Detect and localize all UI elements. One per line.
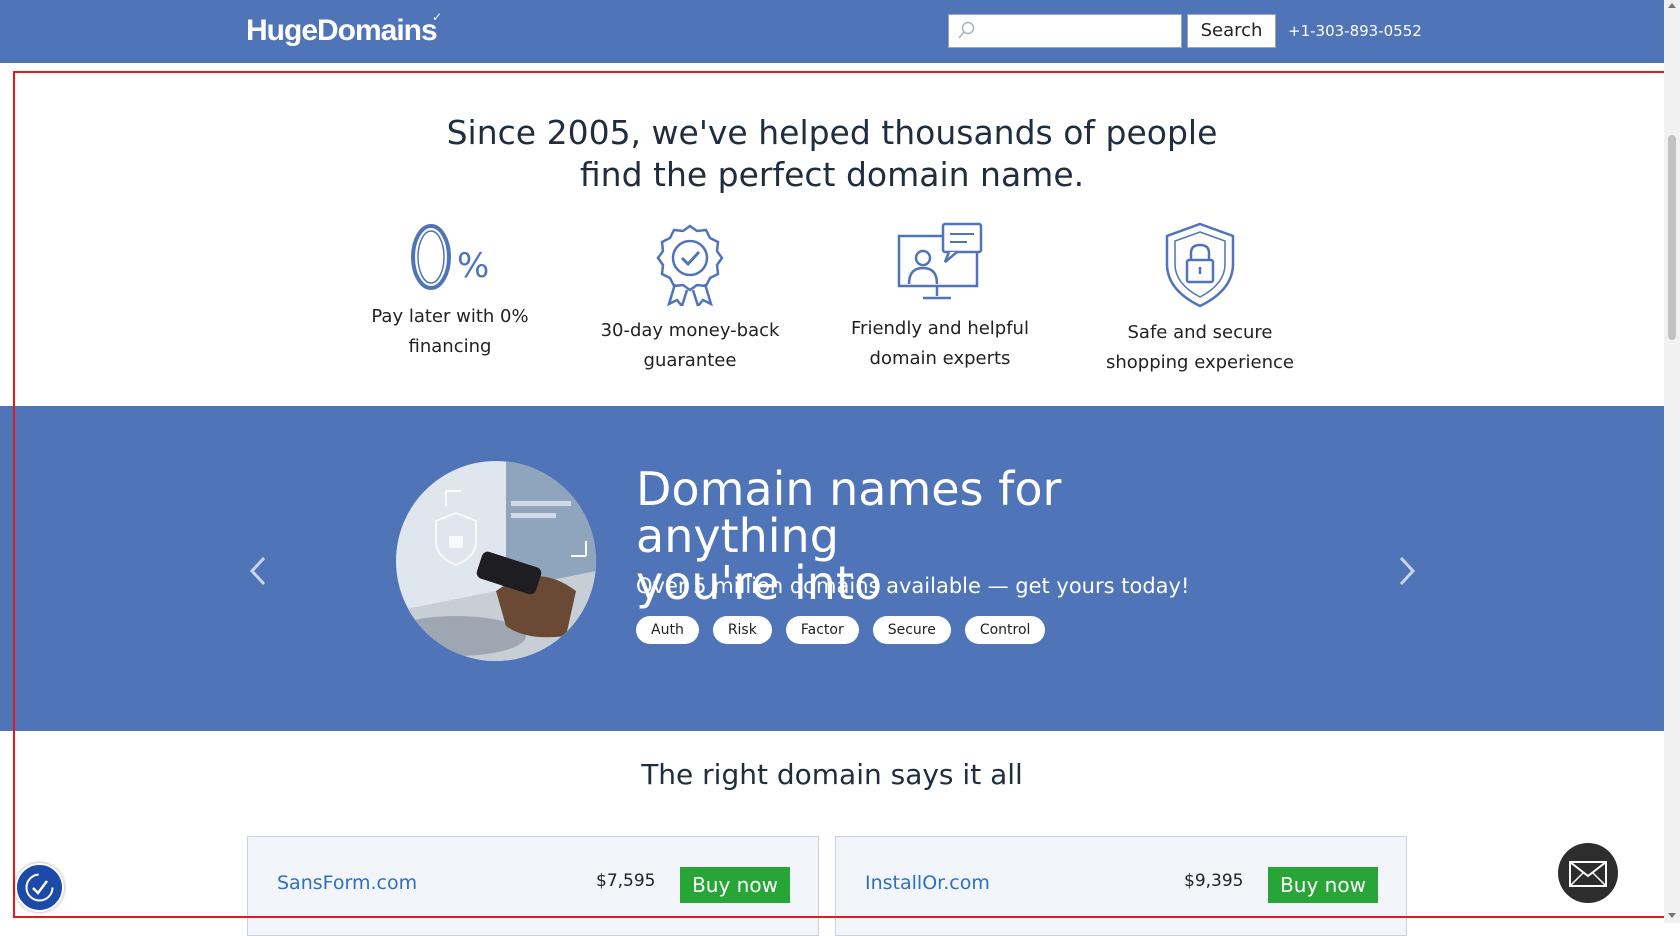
tag-list: Auth Risk Factor Secure Control bbox=[636, 616, 1046, 644]
tag-auth[interactable]: Auth bbox=[636, 616, 699, 644]
scrollbar-thumb[interactable] bbox=[1668, 135, 1676, 340]
hero-title: Since 2005, we've helped thousands of pe… bbox=[0, 112, 1664, 196]
buy-now-button[interactable]: Buy now bbox=[680, 867, 790, 903]
phone-number[interactable]: +1-303-893-0552 bbox=[1288, 22, 1422, 40]
section-title: The right domain says it all bbox=[641, 758, 1023, 791]
logo-check-icon: ✓ bbox=[432, 10, 443, 24]
feature-text-line2: financing bbox=[408, 336, 492, 357]
hero-title-line1: Since 2005, we've helped thousands of pe… bbox=[446, 113, 1218, 152]
hero-title-line2: find the perfect domain name. bbox=[579, 155, 1085, 194]
feature-text-line1: Safe and secure bbox=[1127, 322, 1273, 343]
tag-factor[interactable]: Factor bbox=[785, 616, 859, 644]
feature-text-line2: guarantee bbox=[643, 350, 737, 371]
tag-secure[interactable]: Secure bbox=[872, 616, 951, 644]
feature-text-line1: Pay later with 0% bbox=[371, 306, 529, 327]
tag-risk[interactable]: Risk bbox=[712, 616, 772, 644]
logo[interactable]: HugeDomains bbox=[246, 14, 438, 48]
envelope-icon bbox=[1569, 861, 1607, 887]
search-icon bbox=[958, 21, 975, 39]
award-ribbon-icon bbox=[656, 224, 724, 309]
tag-control[interactable]: Control bbox=[964, 616, 1046, 644]
scroll-down-icon[interactable] bbox=[1668, 913, 1676, 918]
promo-banner: Domain names for anything you're into Ov… bbox=[0, 406, 1664, 731]
feature-financing: % Pay later with 0% financing bbox=[360, 222, 540, 362]
buy-now-button[interactable]: Buy now bbox=[1268, 867, 1378, 903]
accessibility-button[interactable] bbox=[15, 863, 64, 912]
search-button[interactable]: Search bbox=[1187, 14, 1276, 48]
feature-text-line2: domain experts bbox=[869, 348, 1011, 369]
search-input[interactable] bbox=[979, 15, 1183, 47]
domain-price: $9,395 bbox=[1184, 871, 1244, 891]
zero-percent-icon: % bbox=[411, 224, 489, 290]
domain-link[interactable]: SansForm.com bbox=[277, 872, 417, 894]
banner-subheading: Over 5 million domains available — get y… bbox=[636, 574, 1190, 598]
chat-button[interactable] bbox=[1558, 843, 1618, 903]
feature-text-line1: 30-day money-back bbox=[600, 320, 780, 341]
domain-card: SansForm.com $7,595 Buy now bbox=[247, 836, 819, 936]
feature-text-line2: shopping experience bbox=[1106, 352, 1294, 373]
carousel-next-icon[interactable] bbox=[1385, 546, 1425, 596]
domain-link[interactable]: InstallOr.com bbox=[865, 872, 990, 894]
feature-text-line1: Friendly and helpful bbox=[851, 318, 1029, 339]
svg-text:%: % bbox=[457, 246, 489, 286]
search-box[interactable] bbox=[948, 14, 1183, 48]
scroll-up-icon[interactable] bbox=[1668, 3, 1676, 8]
banner-heading-line1: Domain names for anything bbox=[636, 462, 1062, 563]
feature-secure: Safe and secure shopping experience bbox=[1100, 222, 1300, 378]
feature-experts: Friendly and helpful domain experts bbox=[840, 222, 1040, 374]
support-chat-icon bbox=[897, 222, 983, 300]
carousel-prev-icon[interactable] bbox=[240, 546, 280, 596]
domain-card: InstallOr.com $9,395 Buy now bbox=[835, 836, 1407, 936]
top-header: HugeDomains ✓ Search +1-303-893-0552 bbox=[0, 0, 1664, 63]
security-photo bbox=[396, 461, 596, 661]
feature-guarantee: 30-day money-back guarantee bbox=[590, 222, 790, 376]
domain-price: $7,595 bbox=[596, 871, 656, 891]
vertical-scrollbar[interactable] bbox=[1664, 0, 1680, 923]
accessibility-icon bbox=[25, 873, 54, 902]
shield-lock-icon bbox=[1165, 222, 1235, 308]
